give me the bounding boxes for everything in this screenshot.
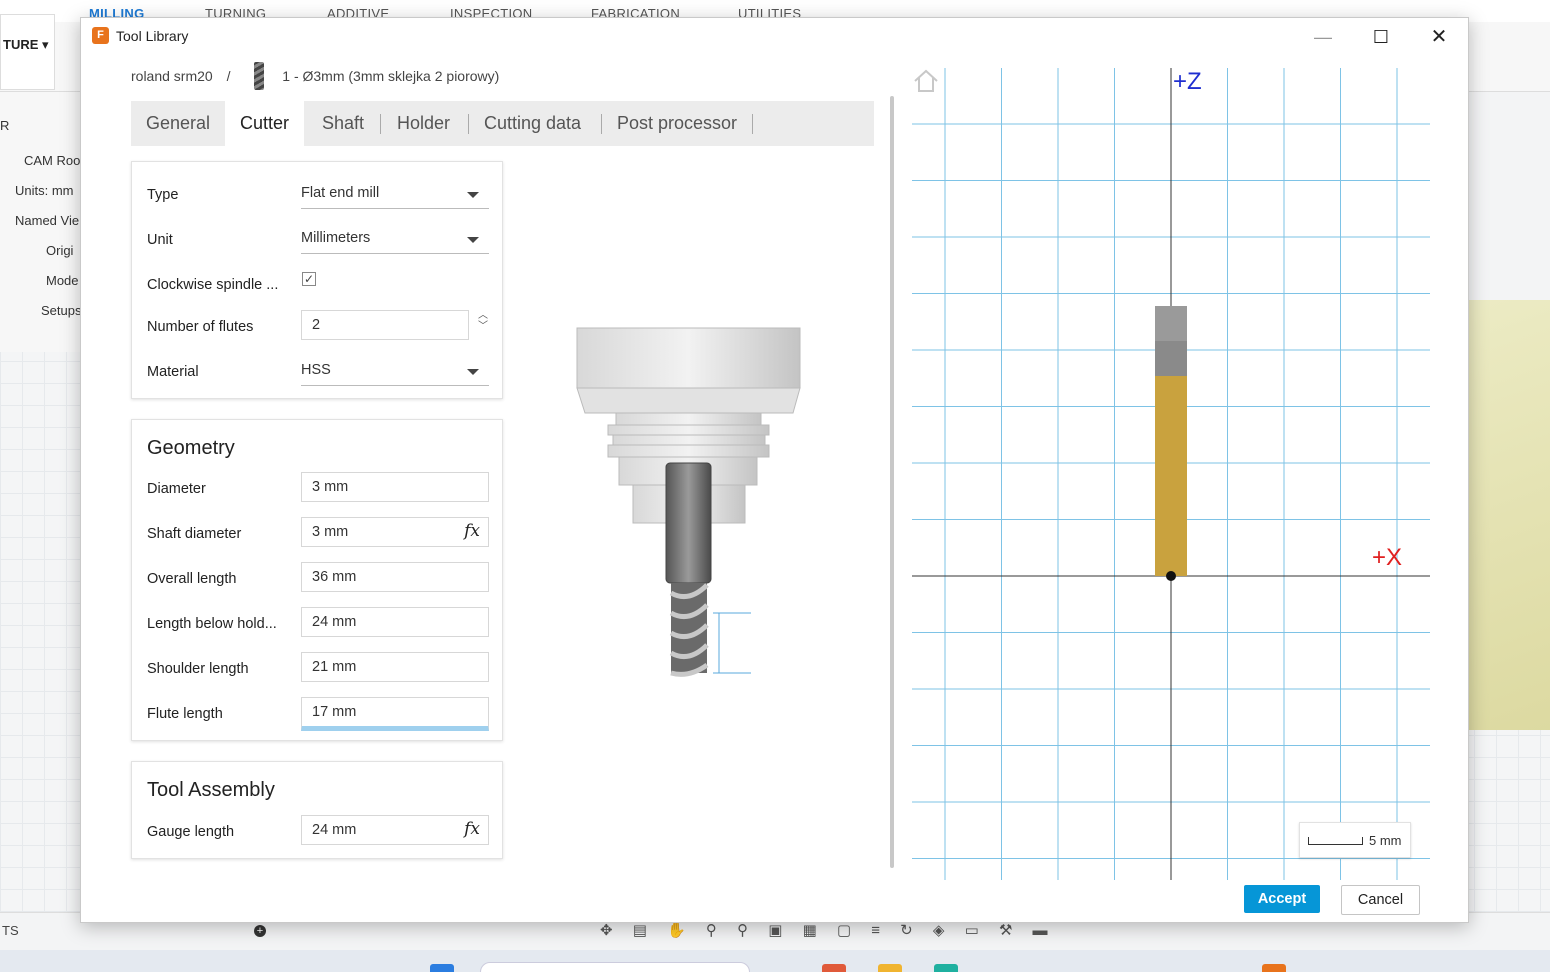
tab-general[interactable]: General	[131, 101, 225, 146]
formula-icon[interactable]: fx	[464, 819, 480, 839]
breadcrumb-tool: 1 - Ø3mm (3mm sklejka 2 piorowy)	[282, 68, 500, 84]
cancel-button[interactable]: Cancel	[1341, 885, 1420, 915]
material-value: HSS	[301, 362, 331, 378]
chevron-down-icon	[467, 192, 479, 198]
fusion-logo-icon: F	[92, 27, 109, 44]
breadcrumb: roland srm20 / 1 - Ø3mm (3mm sklejka 2 p…	[131, 62, 500, 90]
chevron-down-icon	[467, 369, 479, 375]
start-icon[interactable]	[430, 964, 454, 972]
cutter-general-panel: Type Flat end mill Unit Millimeters Cloc…	[131, 161, 503, 399]
cutter-segment	[1155, 376, 1187, 576]
tab-separator	[752, 114, 753, 134]
navigation-toolbar-icons[interactable]: ✥ ▤ ✋ ⚲ ⚲ ▣ ▦ ▢ ≡ ↻ ◈ ▭ ⚒ ▬	[600, 921, 1130, 941]
geometry-panel: Geometry Diameter 3 mm Shaft diameter 3 …	[131, 419, 503, 741]
stock-model	[1460, 300, 1550, 730]
clockwise-spindle-checkbox[interactable]: ✓	[302, 272, 316, 286]
browser-item: R	[0, 118, 10, 133]
browser-item[interactable]: Units: mm	[15, 183, 74, 198]
browser-item[interactable]: Origi	[46, 243, 73, 258]
browser-panel: R CAM Roo Units: mm Named Vie Origi Mode…	[0, 92, 82, 352]
number-of-flutes-input[interactable]: 2	[301, 310, 469, 340]
grid-canvas	[912, 68, 1430, 880]
add-icon[interactable]: +	[254, 925, 266, 937]
material-select[interactable]: HSS	[301, 356, 489, 386]
breadcrumb-separator: /	[226, 68, 231, 84]
clockwise-spindle-label: Clockwise spindle ...	[147, 277, 279, 293]
tab-separator	[380, 114, 381, 134]
browser-item[interactable]: Setups	[41, 303, 81, 318]
gauge-length-label: Gauge length	[147, 824, 235, 840]
workspace-dropdown[interactable]: TURE ▾	[0, 14, 55, 90]
unit-label: Unit	[147, 232, 173, 248]
shoulder-length-input[interactable]: 21 mm	[301, 652, 489, 682]
os-taskbar	[0, 950, 1550, 972]
accept-button[interactable]: Accept	[1244, 885, 1320, 913]
gauge-length-value: 24 mm	[312, 822, 357, 838]
type-select[interactable]: Flat end mill	[301, 179, 489, 209]
tool-preview-viewport[interactable]: +Z +X 5 mm	[912, 68, 1430, 880]
maximize-icon[interactable]: ☐	[1361, 24, 1401, 50]
browser-item[interactable]: CAM Roo	[24, 153, 80, 168]
flutes-stepper-icon[interactable]: ︿ ﹀	[476, 310, 490, 336]
overall-length-input[interactable]: 36 mm	[301, 562, 489, 592]
fusion-icon[interactable]	[1262, 964, 1286, 972]
length-below-holder-label: Length below hold...	[147, 616, 277, 632]
origin-point	[1166, 571, 1176, 581]
unit-select[interactable]: Millimeters	[301, 224, 489, 254]
shoulder-length-label: Shoulder length	[147, 661, 249, 677]
flute-length-input[interactable]: 17 mm	[301, 697, 489, 731]
tool-assembly-panel: Tool Assembly Gauge length 24 mm fx	[131, 761, 503, 859]
tab-cutting-data[interactable]: Cutting data	[469, 101, 596, 146]
shaft-diameter-label: Shaft diameter	[147, 526, 242, 542]
shaft-diameter-value: 3 mm	[312, 524, 349, 540]
flute-length-label: Flute length	[147, 706, 223, 722]
scale-indicator: 5 mm	[1299, 822, 1411, 858]
app-icon[interactable]	[934, 964, 958, 972]
browser-item[interactable]: Named Vie	[15, 213, 79, 228]
tab-bar: General Cutter Shaft Holder Cutting data…	[131, 101, 874, 146]
browser-item[interactable]: Mode	[46, 273, 79, 288]
home-icon[interactable]	[912, 68, 940, 94]
panel-scrollbar[interactable]	[890, 96, 894, 868]
folder-icon[interactable]	[878, 964, 902, 972]
end-mill-icon	[254, 62, 265, 90]
workspace-label: TURE	[3, 37, 39, 52]
overall-length-label: Overall length	[147, 571, 237, 587]
formula-icon[interactable]: fx	[464, 521, 480, 541]
close-icon[interactable]: ✕	[1419, 24, 1459, 50]
geometry-title: Geometry	[147, 437, 235, 459]
breadcrumb-library[interactable]: roland srm20	[131, 68, 213, 84]
scale-bar	[1308, 837, 1363, 845]
shaft-top-segment	[1155, 306, 1187, 341]
shaft-diameter-input[interactable]: 3 mm fx	[301, 517, 489, 547]
diameter-label: Diameter	[147, 481, 206, 497]
tab-cutter[interactable]: Cutter	[225, 101, 305, 146]
diameter-input[interactable]: 3 mm	[301, 472, 489, 502]
unit-value: Millimeters	[301, 230, 371, 246]
bottom-label: TS	[2, 923, 19, 938]
tab-shaft[interactable]: Shaft	[307, 101, 379, 146]
tool-holder-illustration	[576, 327, 801, 677]
number-of-flutes-label: Number of flutes	[147, 319, 254, 335]
tool-library-dialog: F Tool Library — ☐ ✕ roland srm20 / 1 - …	[80, 17, 1469, 923]
type-label: Type	[147, 187, 179, 203]
type-value: Flat end mill	[301, 185, 380, 201]
material-label: Material	[147, 364, 199, 380]
tab-holder[interactable]: Holder	[382, 101, 465, 146]
tab-post-processor[interactable]: Post processor	[602, 101, 752, 146]
chevron-down-icon	[467, 237, 479, 243]
axis-x-label: +X	[1372, 544, 1403, 571]
tool-assembly-title: Tool Assembly	[147, 779, 275, 801]
axis-z-label: +Z	[1173, 68, 1202, 95]
titlebar: F Tool Library — ☐ ✕	[81, 18, 1468, 55]
length-below-holder-input[interactable]: 24 mm	[301, 607, 489, 637]
gauge-length-input[interactable]: 24 mm fx	[301, 815, 489, 845]
scale-label: 5 mm	[1369, 833, 1402, 848]
minimize-icon[interactable]: —	[1303, 24, 1343, 50]
dialog-title: Tool Library	[116, 28, 189, 44]
app-icon[interactable]	[822, 964, 846, 972]
taskbar-search-input[interactable]	[480, 962, 750, 972]
